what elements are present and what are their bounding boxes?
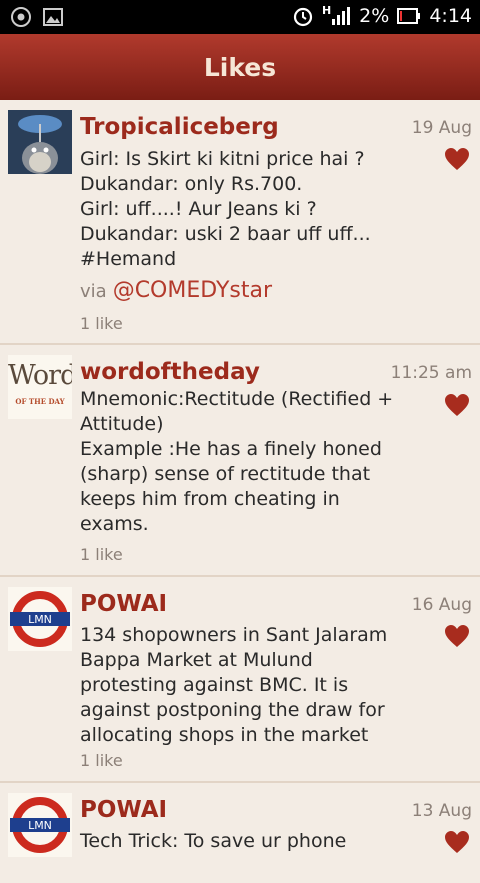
post-text: 134 shopowners in Sant Jalaram Bappa Mar… <box>80 624 388 746</box>
alarm-icon <box>293 7 313 27</box>
user-name[interactable]: wordoftheday <box>80 359 260 385</box>
status-bar: H 2% 4:14 <box>0 0 480 34</box>
action-bar: Likes <box>0 34 480 100</box>
list-item[interactable]: LMN POWAI 16 Aug 134 shopowners in Sant … <box>0 577 480 783</box>
post-text: Mnemonic:Rectitude (Rectified + Attitude… <box>80 388 394 535</box>
post-text: Tech Trick: To save ur phone <box>80 830 347 852</box>
timestamp: 19 Aug <box>411 118 472 138</box>
list-item[interactable]: LMN POWAI 13 Aug Tech Trick: To save ur … <box>0 783 480 883</box>
avatar[interactable]: LMN <box>8 587 72 651</box>
heart-icon[interactable] <box>444 147 470 171</box>
via-label: via <box>80 281 107 302</box>
like-count: 1 like <box>80 751 123 770</box>
signal-icon <box>332 7 351 25</box>
avatar[interactable] <box>8 110 72 174</box>
battery-icon <box>397 8 421 24</box>
likes-list[interactable]: Tropicaliceberg 19 Aug Girl: Is Skirt ki… <box>0 100 480 883</box>
like-count: 1 like <box>80 545 123 564</box>
avatar-label: LMN <box>28 613 52 626</box>
timestamp: 16 Aug <box>411 595 472 615</box>
heart-icon[interactable] <box>444 830 470 854</box>
chrome-icon <box>11 7 31 27</box>
heart-icon[interactable] <box>444 393 470 417</box>
clock: 4:14 <box>429 5 472 27</box>
avatar[interactable]: LMN <box>8 793 72 857</box>
heart-icon[interactable] <box>444 624 470 648</box>
user-name[interactable]: POWAI <box>80 591 167 617</box>
user-name[interactable]: Tropicaliceberg <box>80 114 279 140</box>
list-item[interactable]: Word OF THE DAY wordoftheday 11:25 am Mn… <box>0 345 480 577</box>
avatar[interactable]: Word OF THE DAY <box>8 355 72 419</box>
battery-percent: 2% <box>359 5 390 27</box>
page-title: Likes <box>203 52 277 82</box>
post-text: Girl: Is Skirt ki kitni price hai ? Duka… <box>80 148 371 270</box>
gallery-icon <box>43 8 63 26</box>
like-count: 1 like <box>80 314 123 333</box>
user-name[interactable]: POWAI <box>80 797 167 823</box>
timestamp: 11:25 am <box>390 363 472 383</box>
list-item[interactable]: Tropicaliceberg 19 Aug Girl: Is Skirt ki… <box>0 100 480 345</box>
network-type: H <box>321 3 332 17</box>
via-line: via @COMEDYstar <box>80 278 272 303</box>
via-handle-link[interactable]: @COMEDYstar <box>113 278 272 303</box>
avatar-label: LMN <box>28 819 52 832</box>
timestamp: 13 Aug <box>411 801 472 821</box>
